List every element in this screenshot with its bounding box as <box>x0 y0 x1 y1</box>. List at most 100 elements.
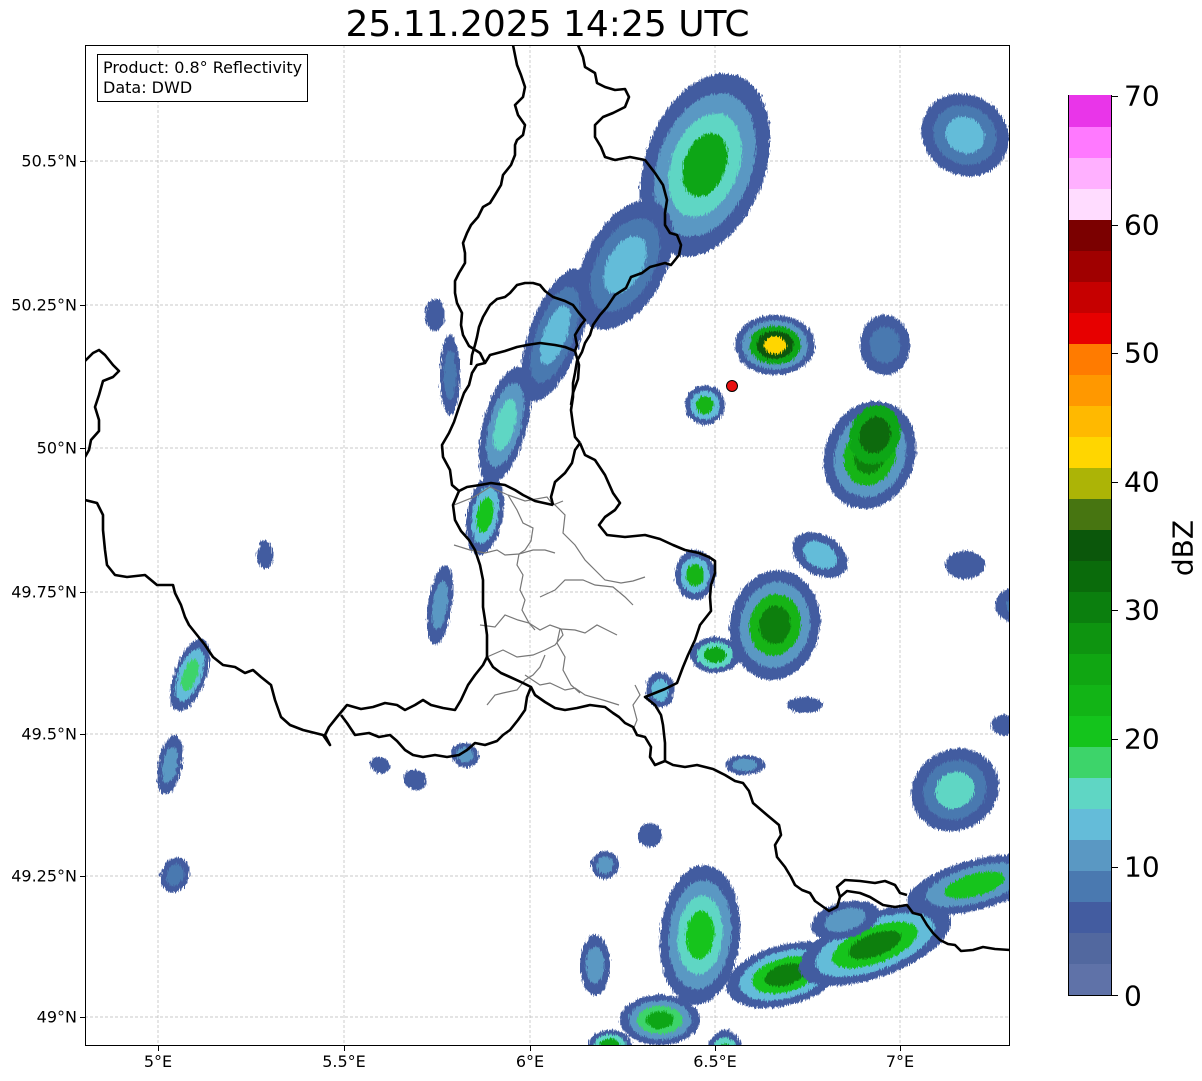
data-source-label: Data: DWD <box>103 78 193 97</box>
reflectivity-echoes <box>157 73 1010 1046</box>
lat-tick-label: 50.5°N <box>21 151 77 171</box>
product-label: Product: 0.8° Reflectivity <box>103 58 303 77</box>
colorbar-segment <box>1069 219 1111 251</box>
colorbar-segment <box>1069 622 1111 654</box>
colorbar-segment <box>1069 250 1111 282</box>
lon-tick-label: 6°E <box>515 1052 545 1071</box>
colorbar-tick <box>1111 225 1118 226</box>
colorbar-segment <box>1069 560 1111 592</box>
lat-tick-label: 50.25°N <box>11 295 77 315</box>
district-boundary <box>552 502 646 584</box>
colorbar-tick-label: 40 <box>1124 465 1160 499</box>
echo-cell <box>257 541 273 569</box>
echo-cell <box>403 769 427 791</box>
lat-tick-label: 50°N <box>36 438 77 458</box>
colorbar-tick <box>1111 867 1118 868</box>
colorbar-segment <box>1069 126 1111 158</box>
colorbar-segment <box>1069 591 1111 623</box>
border-belgium-west-edge <box>85 348 121 458</box>
echo-cell <box>945 551 985 579</box>
district-boundary <box>453 544 556 556</box>
colorbar-segment <box>1069 157 1111 189</box>
lat-tick-mark <box>80 161 85 162</box>
colorbar-tick-label: 50 <box>1124 336 1160 370</box>
lat-tick-mark <box>80 1017 85 1018</box>
colorbar-segment <box>1069 777 1111 809</box>
echo-cell <box>703 647 727 663</box>
echo-cell <box>638 823 662 847</box>
lat-tick-mark <box>80 734 85 735</box>
district-boundary <box>479 614 618 636</box>
colorbar-segment <box>1069 436 1111 468</box>
colorbar-tick <box>1111 995 1118 996</box>
echo-cell <box>596 856 614 874</box>
district-boundary <box>632 684 641 731</box>
lon-tick-label: 5.5°E <box>322 1052 366 1071</box>
radar-site-marker[interactable] <box>726 380 738 392</box>
colorbar-segment <box>1069 467 1111 499</box>
colorbar-segment <box>1069 963 1111 995</box>
echo-cell <box>763 336 787 354</box>
colorbar-segment <box>1069 932 1111 964</box>
lon-tick-label: 5°E <box>143 1052 173 1071</box>
echo-cell <box>787 697 823 713</box>
lon-tick-mark <box>158 1046 159 1051</box>
echo-cell <box>869 326 901 364</box>
district-boundary <box>539 579 634 606</box>
echo-cell <box>370 756 390 774</box>
lat-tick-mark <box>80 592 85 593</box>
lon-tick-mark <box>530 1046 531 1051</box>
colorbar <box>1068 95 1112 996</box>
colorbar-tick <box>1111 739 1118 740</box>
lat-tick-mark <box>80 305 85 306</box>
lat-tick-label: 49°N <box>36 1007 77 1027</box>
radar-map[interactable] <box>85 45 1010 1046</box>
colorbar-segment <box>1069 808 1111 840</box>
colorbar-tick-label: 30 <box>1124 593 1160 627</box>
colorbar-tick-label: 10 <box>1124 850 1160 884</box>
lat-tick-mark <box>80 876 85 877</box>
lon-tick-label: 6.5°E <box>693 1052 737 1071</box>
colorbar-segment <box>1069 498 1111 530</box>
echo-cell <box>696 396 714 414</box>
echo-cell <box>646 1011 674 1029</box>
colorbar-tick <box>1111 482 1118 483</box>
echo-cell <box>686 563 704 587</box>
colorbar-segment <box>1069 343 1111 375</box>
lon-tick-label: 7°E <box>885 1052 915 1071</box>
echo-cell <box>585 946 605 984</box>
radar-map-canvas <box>85 45 1010 1046</box>
lon-tick-mark <box>900 1046 901 1051</box>
border-belgium-lux <box>549 442 582 506</box>
district-boundary <box>486 628 564 658</box>
border-belgium-north-block <box>453 45 527 364</box>
colorbar-segment <box>1069 95 1111 127</box>
colorbar-tick-label: 0 <box>1124 979 1142 1013</box>
colorbar-segment <box>1069 746 1111 778</box>
colorbar-tick <box>1111 96 1118 97</box>
border-germany-france-east <box>835 878 908 898</box>
colorbar-tick-label: 70 <box>1124 79 1160 113</box>
colorbar-unit-label: dBZ <box>1166 519 1200 577</box>
radar-site[interactable] <box>726 380 738 392</box>
colorbar-segment <box>1069 529 1111 561</box>
lon-tick-mark <box>344 1046 345 1051</box>
lon-tick-mark <box>715 1046 716 1051</box>
colorbar-segment <box>1069 901 1111 933</box>
colorbar-segment <box>1069 281 1111 313</box>
echo-cell <box>443 350 457 400</box>
border-lux-south <box>485 656 666 767</box>
border-lux-germany <box>578 442 717 761</box>
echo-cell <box>425 299 445 331</box>
lat-tick-mark <box>80 448 85 449</box>
colorbar-segment <box>1069 312 1111 344</box>
echo-cell <box>732 758 758 772</box>
lat-tick-label: 49.25°N <box>11 866 77 886</box>
colorbar-segment <box>1069 653 1111 685</box>
map-title: 25.11.2025 14:25 UTC <box>345 4 750 45</box>
colorbar-segment <box>1069 715 1111 747</box>
colorbar-segment <box>1069 684 1111 716</box>
gridlines <box>85 45 1010 1046</box>
colorbar-tick-label: 20 <box>1124 722 1160 756</box>
district-boundary <box>524 674 620 706</box>
